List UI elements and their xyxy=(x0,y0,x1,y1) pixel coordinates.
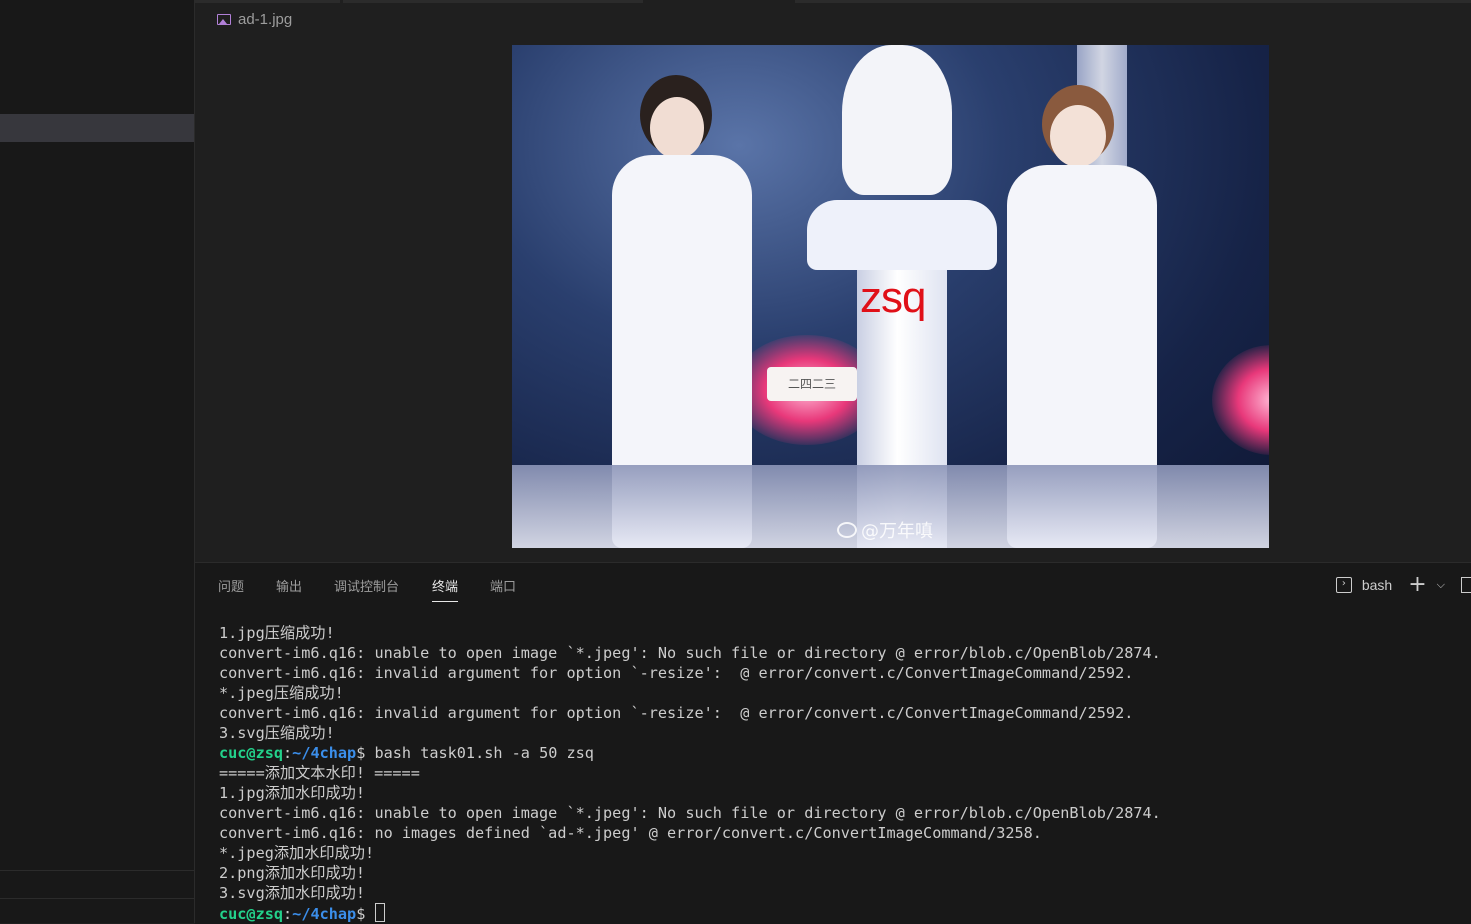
terminal-line-text: convert-im6.q16: unable to open image `*… xyxy=(219,804,1161,822)
terminal-line-text: convert-im6.q16: unable to open image `*… xyxy=(219,644,1161,662)
tab-ports[interactable]: 端口 xyxy=(490,576,516,595)
terminal-line-text: 1.jpg添加水印成功! xyxy=(219,784,365,802)
editor-tab-bar: ad-1.jpg xyxy=(195,0,1471,36)
weibo-watermark: @万年嗔 xyxy=(837,517,933,543)
sidebar-selected-item[interactable] xyxy=(0,114,194,142)
split-terminal-icon[interactable] xyxy=(1461,577,1471,593)
terminal-line: 1.jpg压缩成功! xyxy=(219,623,1459,643)
terminal-shell-label[interactable]: bash xyxy=(1362,577,1392,593)
terminal-line-text: convert-im6.q16: invalid argument for op… xyxy=(219,664,1134,682)
terminal-line: *.jpeg添加水印成功! xyxy=(219,843,1459,863)
prompt-user: cuc@zsq xyxy=(219,905,284,923)
terminal-line-text: *.jpeg添加水印成功! xyxy=(219,844,375,862)
terminal-line-text: 3.svg添加水印成功! xyxy=(219,884,365,902)
editor-area: ad-1.jpg 二四二三 zsq @万年嗔 xyxy=(195,0,1471,562)
sidebar-divider xyxy=(0,898,194,899)
terminal-line: 3.svg压缩成功! xyxy=(219,723,1459,743)
panel-tabs: 问题 输出 调试控制台 终端 端口 › bash + ⌵ xyxy=(195,563,1471,607)
terminal-line-text: bash task01.sh -a 50 zsq xyxy=(374,744,594,762)
prompt-user: cuc@zsq xyxy=(219,744,284,762)
tab-ad-1-jpg[interactable]: ad-1.jpg xyxy=(217,8,292,30)
terminal-line-text: 2.png添加水印成功! xyxy=(219,864,365,882)
tab-border xyxy=(195,0,340,3)
weibo-icon xyxy=(837,522,857,538)
watermark-text: zsq xyxy=(860,273,926,322)
terminal-line: convert-im6.q16: unable to open image `*… xyxy=(219,803,1459,823)
sidebar-divider xyxy=(0,870,194,871)
prompt-path: ~/4chap xyxy=(292,905,357,923)
terminal-line-text: 1.jpg压缩成功! xyxy=(219,624,335,642)
terminal-cursor xyxy=(375,903,386,922)
image-sign: 二四二三 xyxy=(767,367,857,401)
tab-debug-console[interactable]: 调试控制台 xyxy=(334,576,399,595)
terminal-line-text: =====添加文本水印! ===== xyxy=(219,764,420,782)
image-bust xyxy=(842,45,952,195)
tab-problems[interactable]: 问题 xyxy=(218,576,244,595)
terminal-line-text: 3.svg压缩成功! xyxy=(219,724,335,742)
bottom-panel: 问题 输出 调试控制台 终端 端口 › bash + ⌵ 1.jpg压缩成功! c… xyxy=(195,562,1471,924)
terminal-line: cuc@zsq:~/4chap$ bash task01.sh -a 50 zs… xyxy=(219,744,594,762)
tab-terminal[interactable]: 终端 xyxy=(432,576,459,602)
terminal-line: cuc@zsq:~/4chap$ xyxy=(219,903,1459,923)
terminal-line: convert-im6.q16: invalid argument for op… xyxy=(219,703,1459,723)
terminal-line: *.jpeg压缩成功! xyxy=(219,683,1459,703)
image-light xyxy=(1212,345,1269,455)
terminal-line: convert-im6.q16: invalid argument for op… xyxy=(219,663,1459,683)
image-file-icon xyxy=(217,13,231,25)
terminal-line: convert-im6.q16: unable to open image `*… xyxy=(219,643,1459,663)
explorer-sidebar xyxy=(0,0,195,923)
terminal-output[interactable]: 1.jpg压缩成功! convert-im6.q16: unable to ope… xyxy=(219,623,1459,923)
prompt-path: ~/4chap xyxy=(292,744,357,762)
terminal-line: 1.jpg添加水印成功! xyxy=(219,783,1459,803)
terminal-icon[interactable]: › xyxy=(1335,577,1352,593)
terminal-line-text: convert-im6.q16: invalid argument for op… xyxy=(219,704,1134,722)
chevron-down-icon[interactable]: ⌵ xyxy=(1437,578,1445,592)
new-terminal-icon[interactable]: + xyxy=(1408,574,1426,596)
tab-output[interactable]: 输出 xyxy=(276,576,302,595)
image-preview: 二四二三 zsq @万年嗔 xyxy=(512,45,1269,548)
image-column-capital xyxy=(807,200,997,270)
terminal-actions: › bash + ⌵ xyxy=(1335,573,1471,597)
tab-label: ad-1.jpg xyxy=(238,10,293,28)
terminal-line-text: *.jpeg压缩成功! xyxy=(219,684,344,702)
terminal-line: 3.svg添加水印成功! xyxy=(219,883,1459,903)
weibo-handle: @万年嗔 xyxy=(861,521,933,542)
terminal-line: 2.png添加水印成功! xyxy=(219,863,1459,883)
tab-border xyxy=(343,0,643,3)
terminal-line: =====添加文本水印! ===== xyxy=(219,763,1459,783)
terminal-line: convert-im6.q16: no images defined `ad-*… xyxy=(219,823,1459,843)
terminal-line-text: convert-im6.q16: no images defined `ad-*… xyxy=(219,824,1042,842)
tab-border xyxy=(795,0,1471,3)
